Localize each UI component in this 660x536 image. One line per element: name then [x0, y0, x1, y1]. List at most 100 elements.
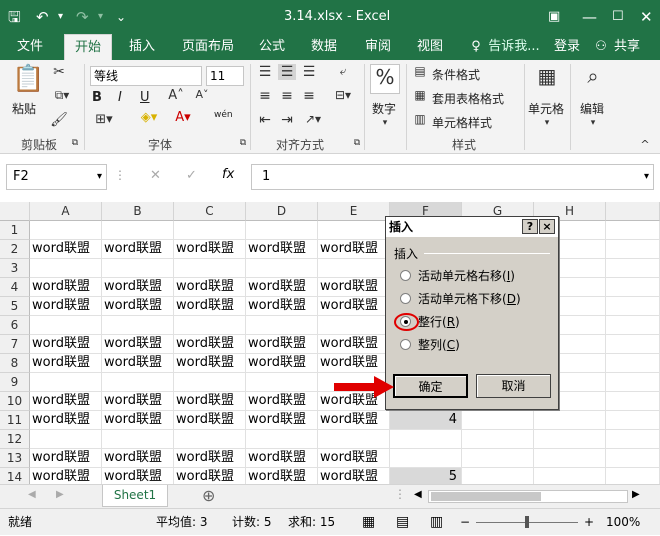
grid-cell[interactable] [606, 430, 660, 449]
add-sheet-button[interactable]: ⊕ [202, 486, 215, 505]
scroll-right-icon[interactable]: ▶ [632, 489, 640, 500]
grow-font-icon[interactable]: A˄ [166, 88, 186, 103]
sheet-tab-sheet1[interactable]: Sheet1 [102, 485, 168, 507]
search-icon[interactable]: ⌕ [580, 64, 606, 94]
grid-cell[interactable]: word联盟 [30, 411, 102, 430]
grid-cell[interactable]: word联盟 [174, 354, 246, 373]
redo-dropdown-icon[interactable]: ▾ [98, 0, 103, 34]
grid-cell[interactable] [606, 335, 660, 354]
grid-cell[interactable]: word联盟 [174, 449, 246, 468]
column-header[interactable]: B [102, 202, 174, 221]
grid-cell[interactable] [246, 259, 318, 278]
dialog-launcher-icon[interactable]: ⧉ [352, 138, 362, 148]
grid-cell[interactable]: word联盟 [246, 240, 318, 259]
scroll-left-icon[interactable]: ◀ [414, 489, 422, 500]
grid-cell[interactable] [102, 221, 174, 240]
grid-cell[interactable]: word联盟 [30, 297, 102, 316]
row-header[interactable]: 5 [0, 297, 30, 316]
grid-cell[interactable]: word联盟 [318, 335, 390, 354]
minimize-icon[interactable]: — [582, 0, 597, 34]
collapse-ribbon-icon[interactable]: ^ [638, 138, 652, 151]
tab-insert[interactable]: 插入 [120, 34, 164, 60]
column-header[interactable]: D [246, 202, 318, 221]
radio-button[interactable] [400, 293, 411, 304]
percent-icon[interactable]: % [370, 64, 400, 94]
share-button[interactable]: 共享 [612, 34, 642, 60]
align-bottom-icon[interactable]: ☰ [300, 64, 318, 80]
grid-cell[interactable] [246, 373, 318, 392]
shrink-font-icon[interactable]: A˅ [192, 88, 212, 101]
grid-cell[interactable]: word联盟 [102, 468, 174, 484]
formula-input[interactable]: 1 ▾ [251, 164, 654, 190]
conditional-format-icon[interactable]: ▤ [412, 64, 428, 78]
name-box[interactable]: F2 ▾ [6, 164, 107, 190]
bold-button[interactable]: B [92, 90, 102, 105]
align-right-icon[interactable]: ≡ [300, 88, 318, 104]
grid-cell[interactable]: word联盟 [246, 297, 318, 316]
copy-icon[interactable]: ⧉▾ [50, 88, 74, 103]
zoom-slider-thumb[interactable] [525, 516, 529, 528]
grid-cell[interactable] [30, 221, 102, 240]
grid-cell[interactable] [606, 259, 660, 278]
align-left-icon[interactable]: ≡ [256, 88, 274, 104]
grid-cell[interactable] [462, 449, 534, 468]
zoom-level[interactable]: 100% [606, 509, 640, 536]
grid-cell[interactable] [390, 430, 462, 449]
grid-cell[interactable]: word联盟 [30, 240, 102, 259]
grid-cell[interactable] [318, 221, 390, 240]
row-header[interactable]: 10 [0, 392, 30, 411]
grid-cell[interactable] [390, 449, 462, 468]
save-icon[interactable]: 🖫 [8, 0, 21, 34]
worksheet-grid[interactable]: A B C D E F G H 1 2 word联盟 word联盟 word联盟 word… [0, 202, 660, 484]
radio-button[interactable] [400, 339, 411, 350]
grid-cell[interactable] [174, 373, 246, 392]
row-header[interactable]: 7 [0, 335, 30, 354]
grid-cell[interactable] [462, 430, 534, 449]
grid-cell[interactable]: word联盟 [318, 449, 390, 468]
maximize-icon[interactable]: ☐ [612, 0, 624, 34]
grid-cell[interactable]: 4 [390, 411, 462, 430]
undo-icon[interactable]: ↶ [36, 0, 49, 34]
grid-cell[interactable]: word联盟 [30, 335, 102, 354]
scrollbar-thumb[interactable] [431, 492, 541, 501]
tab-home[interactable]: 开始 [64, 34, 112, 60]
grid-cell[interactable]: word联盟 [102, 449, 174, 468]
grid-cell[interactable] [534, 430, 606, 449]
scroll-left-icon[interactable]: ◀ [28, 489, 36, 500]
ok-button[interactable]: 确定 [393, 374, 468, 398]
fill-color-icon[interactable]: ◈▾ [136, 110, 162, 125]
grid-cell[interactable]: word联盟 [102, 392, 174, 411]
column-header[interactable]: A [30, 202, 102, 221]
row-header[interactable]: 2 [0, 240, 30, 259]
grid-cell[interactable]: word联盟 [318, 278, 390, 297]
number-format-button[interactable]: 数字 [372, 100, 396, 117]
customize-qat-icon[interactable]: ⌄ [116, 0, 126, 34]
cell-style-icon[interactable]: ▥ [412, 112, 428, 126]
grid-cell[interactable]: word联盟 [246, 278, 318, 297]
grid-cell[interactable] [606, 221, 660, 240]
radio-shift-right[interactable]: 活动单元格右移(I) [400, 267, 515, 285]
close-icon[interactable]: ✕ [640, 0, 653, 34]
grid-cell[interactable] [30, 316, 102, 335]
grid-cell[interactable]: word联盟 [174, 297, 246, 316]
ribbon-display-icon[interactable]: ▣ [548, 0, 560, 34]
grid-cell[interactable]: word联盟 [246, 449, 318, 468]
radio-entire-column[interactable]: 整列(C) [400, 336, 460, 354]
enter-icon[interactable]: ✓ [186, 168, 197, 183]
row-header[interactable]: 13 [0, 449, 30, 468]
grid-cell[interactable]: word联盟 [318, 354, 390, 373]
grid-cell[interactable]: word联盟 [102, 297, 174, 316]
font-color-icon[interactable]: A▾ [170, 110, 196, 125]
grid-cell[interactable] [606, 468, 660, 484]
zoom-out-button[interactable]: − [460, 509, 470, 536]
chevron-down-icon[interactable]: ▾ [97, 165, 102, 189]
grid-cell[interactable]: word联盟 [174, 240, 246, 259]
grid-cell[interactable]: word联盟 [318, 240, 390, 259]
underline-button[interactable]: U [140, 90, 150, 105]
scroll-right-icon[interactable]: ▶ [56, 489, 64, 500]
grid-cell[interactable]: word联盟 [246, 411, 318, 430]
row-header[interactable]: 1 [0, 221, 30, 240]
merge-center-icon[interactable]: ⊟▾ [330, 88, 356, 102]
italic-button[interactable]: I [118, 90, 122, 105]
grid-cell[interactable]: word联盟 [102, 335, 174, 354]
